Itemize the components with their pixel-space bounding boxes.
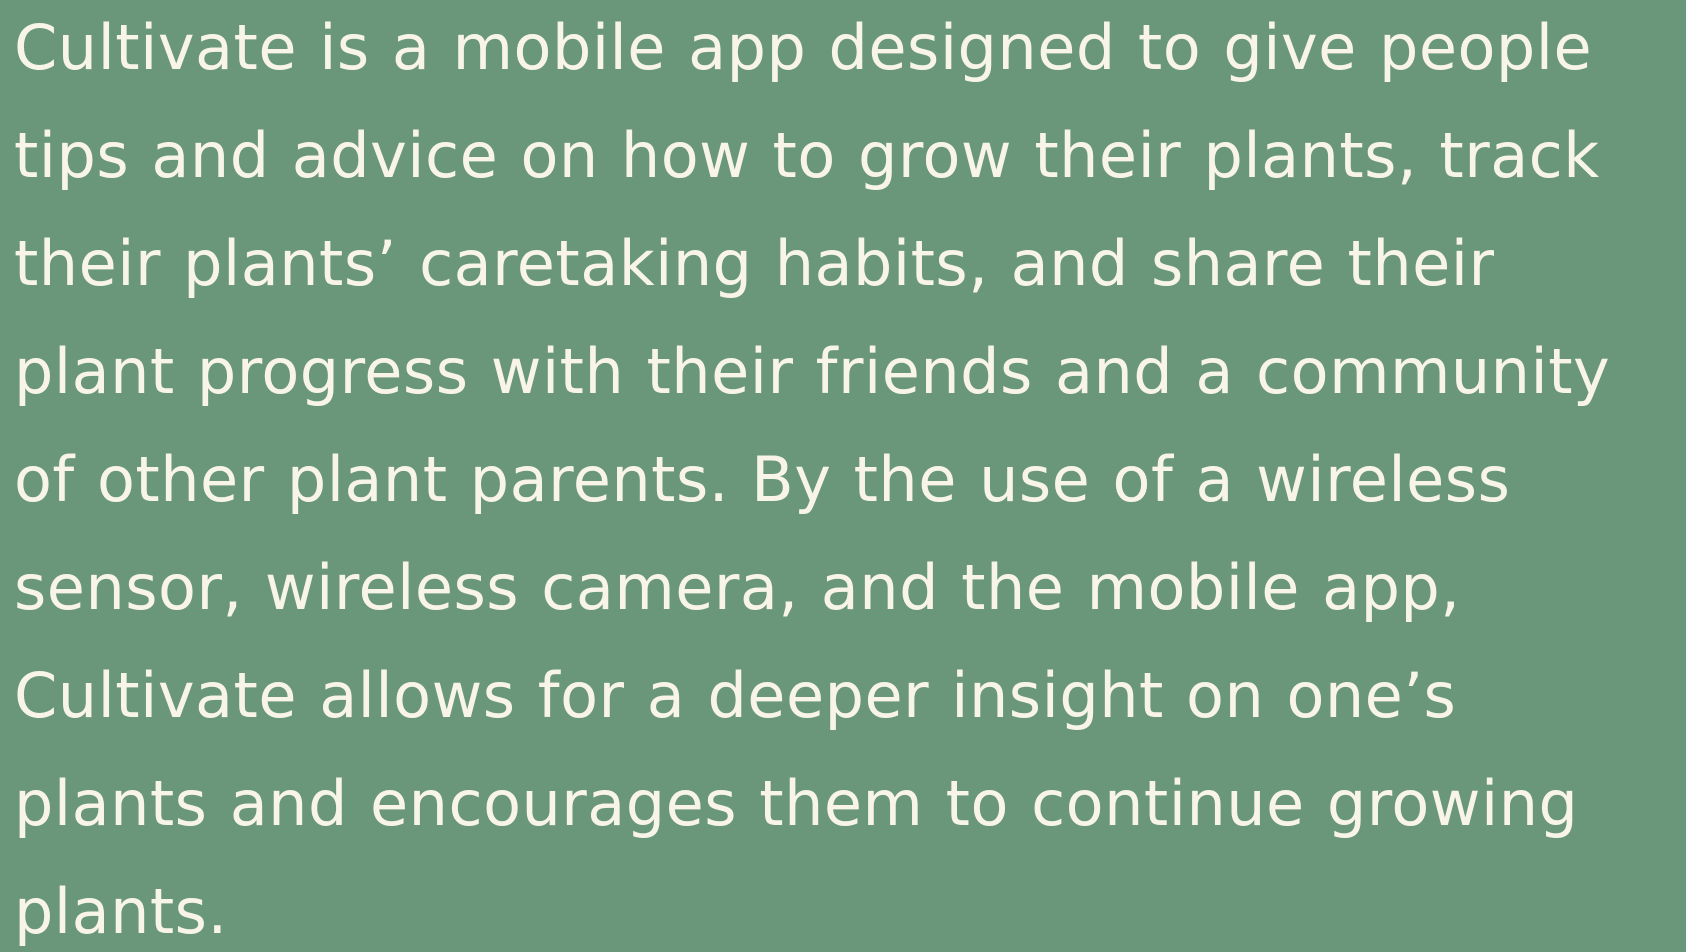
- app-description-paragraph: Cultivate is a mobile app designed to gi…: [14, 11, 1611, 948]
- page-background: Cultivate is a mobile app designed to gi…: [0, 0, 1686, 952]
